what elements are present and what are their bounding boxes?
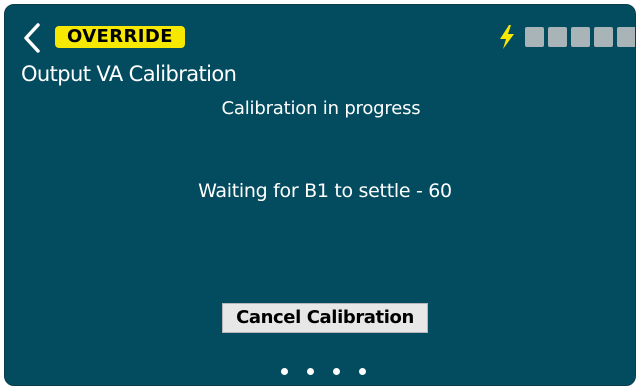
- page-dot[interactable]: [307, 368, 314, 375]
- override-badge: OVERRIDE: [55, 26, 185, 48]
- cancel-calibration-button[interactable]: Cancel Calibration: [222, 303, 428, 333]
- battery-bar: [525, 27, 544, 47]
- battery-bar: [571, 27, 590, 47]
- lightning-bolt-icon: [500, 25, 514, 49]
- page-dot[interactable]: [281, 368, 288, 375]
- page-dot[interactable]: [333, 368, 340, 375]
- battery-bar: [594, 27, 613, 47]
- page-dot[interactable]: [359, 368, 366, 375]
- status-heading: Calibration in progress: [221, 98, 421, 119]
- back-button[interactable]: [19, 21, 45, 55]
- battery-indicator: [525, 27, 635, 47]
- battery-bar: [548, 27, 567, 47]
- wait-message: Waiting for B1 to settle - 60: [198, 180, 452, 202]
- battery-bar: [617, 27, 635, 47]
- page-indicator: [281, 368, 366, 375]
- device-screen: OVERRIDE Output VA Calibration Calibrati…: [4, 4, 636, 386]
- chevron-left-icon: [24, 23, 40, 53]
- page-title: Output VA Calibration: [21, 62, 237, 86]
